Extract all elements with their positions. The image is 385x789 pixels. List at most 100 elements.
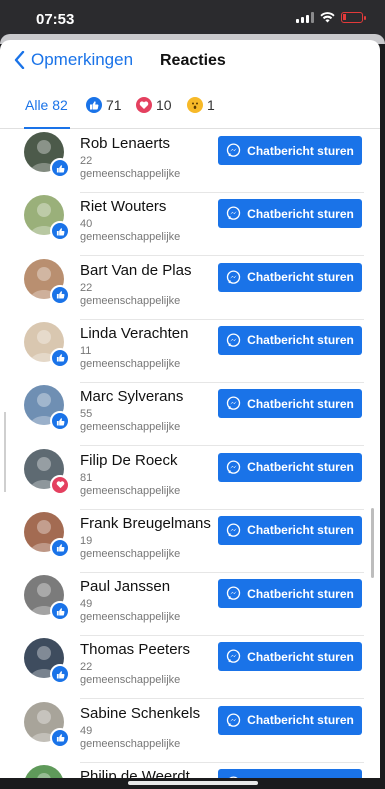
like-icon [86, 97, 102, 113]
status-time: 07:53 [36, 11, 75, 28]
send-message-button[interactable]: Chatbericht sturen [218, 579, 362, 609]
send-message-button[interactable]: Chatbericht sturen [218, 642, 362, 672]
mutual-friends-count: 40 [80, 218, 93, 231]
messenger-icon [226, 206, 241, 221]
send-message-button[interactable]: Chatbericht sturen [218, 515, 362, 545]
chevron-left-icon [14, 51, 25, 69]
reaction-tabs: Alle 82 71 10 1 [0, 90, 380, 129]
person-name[interactable]: Riet Wouters [80, 198, 166, 215]
tab-like[interactable]: 71 [86, 97, 122, 113]
scroll-indicator[interactable] [371, 508, 374, 578]
reaction-badge [50, 537, 70, 558]
mutual-friends-count: 11 [80, 344, 92, 357]
person-name[interactable]: Sabine Schenkels [80, 705, 200, 722]
reaction-badge [50, 664, 70, 685]
like-icon [56, 734, 64, 742]
person-name[interactable]: Paul Janssen [80, 578, 170, 595]
send-message-label: Chatbericht sturen [247, 523, 354, 538]
send-message-button[interactable]: Chatbericht sturen [218, 325, 362, 355]
tab-wow-count: 1 [207, 97, 215, 113]
mutual-friends-label: gemeenschappelijke [80, 231, 181, 244]
send-message-button[interactable]: Chatbericht sturen [218, 262, 362, 292]
list-item[interactable]: Marc Sylverans 55 gemeenschappelijke Cha… [0, 383, 380, 447]
mutual-friends-count: 81 [80, 471, 93, 484]
messenger-icon [226, 396, 241, 410]
send-message-button[interactable]: Chatbericht sturen [218, 452, 362, 482]
like-icon [56, 291, 64, 299]
mutual-friends-label: gemeenschappelijke [80, 484, 181, 497]
mutual-friends-count: 22 [80, 661, 93, 674]
back-label: Opmerkingen [31, 50, 134, 69]
list-item[interactable]: Riet Wouters 40 gemeenschappelijke Chatb… [0, 193, 380, 257]
messenger-icon [226, 586, 241, 600]
send-message-button[interactable]: Chatbericht sturen [218, 136, 362, 165]
send-message-button[interactable]: Chatbericht sturen [218, 389, 362, 419]
tab-like-count: 71 [106, 97, 122, 113]
send-message-button[interactable]: Chatbericht sturen [218, 199, 362, 229]
messenger-icon [226, 270, 241, 284]
wow-icon [187, 97, 203, 113]
avatar[interactable] [24, 765, 64, 778]
list-item[interactable]: Thomas Peeters 22 gemeenschappelijke Cha… [0, 636, 380, 700]
edge-indicator [4, 412, 6, 492]
reaction-badge [50, 411, 70, 432]
messenger-icon [226, 649, 241, 664]
list-item[interactable]: Filip De Roeck 81 gemeenschappelijke Cha… [0, 447, 380, 510]
send-message-label: Chatbericht sturen [247, 270, 354, 285]
person-name[interactable]: Philip de Weerdt [80, 768, 190, 778]
wifi-icon [320, 12, 335, 23]
heart-icon [136, 97, 152, 113]
person-name[interactable]: Rob Lenaerts [80, 135, 170, 152]
tab-all[interactable]: Alle 82 [25, 97, 68, 113]
list-item[interactable]: Linda Verachten 11 gemeenschappelijke Ch… [0, 320, 380, 383]
person-name[interactable]: Linda Verachten [80, 325, 188, 342]
reactions-sheet: Opmerkingen Reacties Alle 82 71 10 1 Rob… [0, 40, 380, 778]
send-message-label: Chatbericht sturen [247, 206, 354, 221]
page-title: Reacties [160, 52, 226, 69]
mutual-friends-count: 49 [80, 724, 93, 737]
like-icon [56, 227, 64, 236]
home-indicator[interactable] [128, 781, 258, 785]
like-icon [56, 671, 64, 679]
person-name[interactable]: Thomas Peeters [80, 641, 190, 658]
send-message-label: Chatbericht sturen [247, 713, 354, 728]
like-icon [56, 354, 64, 362]
list-item[interactable]: Sabine Schenkels 49 gemeenschappelijke C… [0, 700, 380, 763]
back-button[interactable]: Opmerkingen [14, 50, 133, 70]
person-name[interactable]: Filip De Roeck [80, 452, 178, 469]
battery-icon [341, 12, 366, 23]
mutual-friends-count: 55 [80, 408, 93, 421]
person-name[interactable]: Bart Van de Plas [80, 262, 191, 279]
mutual-friends-count: 22 [80, 281, 93, 294]
reaction-badge [50, 221, 70, 242]
reaction-badge [50, 284, 70, 305]
reaction-badge [50, 474, 70, 495]
send-message-label: Chatbericht sturen [247, 143, 354, 158]
list-item[interactable]: Paul Janssen 49 gemeenschappelijke Chatb… [0, 573, 380, 637]
tab-heart[interactable]: 10 [136, 97, 172, 113]
list-item[interactable]: Philip de Weerdt Chatbericht sturen [0, 763, 380, 778]
send-message-label: Chatbericht sturen [247, 333, 354, 348]
list-item[interactable]: Bart Van de Plas 22 gemeenschappelijke C… [0, 257, 380, 320]
send-message-button[interactable]: Chatbericht sturen [218, 769, 362, 778]
send-message-label: Chatbericht sturen [247, 396, 354, 411]
mutual-friends-label: gemeenschappelijke [80, 294, 181, 307]
messenger-icon [226, 713, 241, 727]
tab-heart-count: 10 [156, 97, 172, 113]
list-item[interactable]: Frank Breugelmans 19 gemeenschappelijke … [0, 510, 380, 573]
list-item[interactable]: Rob Lenaerts 22 gemeenschappelijke Chatb… [0, 130, 380, 193]
person-name[interactable]: Marc Sylverans [80, 388, 183, 405]
mutual-friends-label: gemeenschappelijke [80, 611, 181, 624]
reaction-badge [50, 727, 70, 748]
mutual-friends-count: 19 [80, 534, 93, 547]
heart-icon [56, 481, 64, 489]
send-message-label: Chatbericht sturen [247, 649, 354, 664]
send-message-button[interactable]: Chatbericht sturen [218, 705, 362, 735]
mutual-friends-label: gemeenschappelijke [80, 674, 181, 687]
reaction-badge [50, 158, 70, 178]
send-message-label: Chatbericht sturen [247, 460, 354, 474]
tab-wow[interactable]: 1 [187, 97, 215, 113]
messenger-icon [226, 459, 241, 474]
person-name[interactable]: Frank Breugelmans [80, 515, 211, 532]
signal-icon [296, 12, 314, 23]
